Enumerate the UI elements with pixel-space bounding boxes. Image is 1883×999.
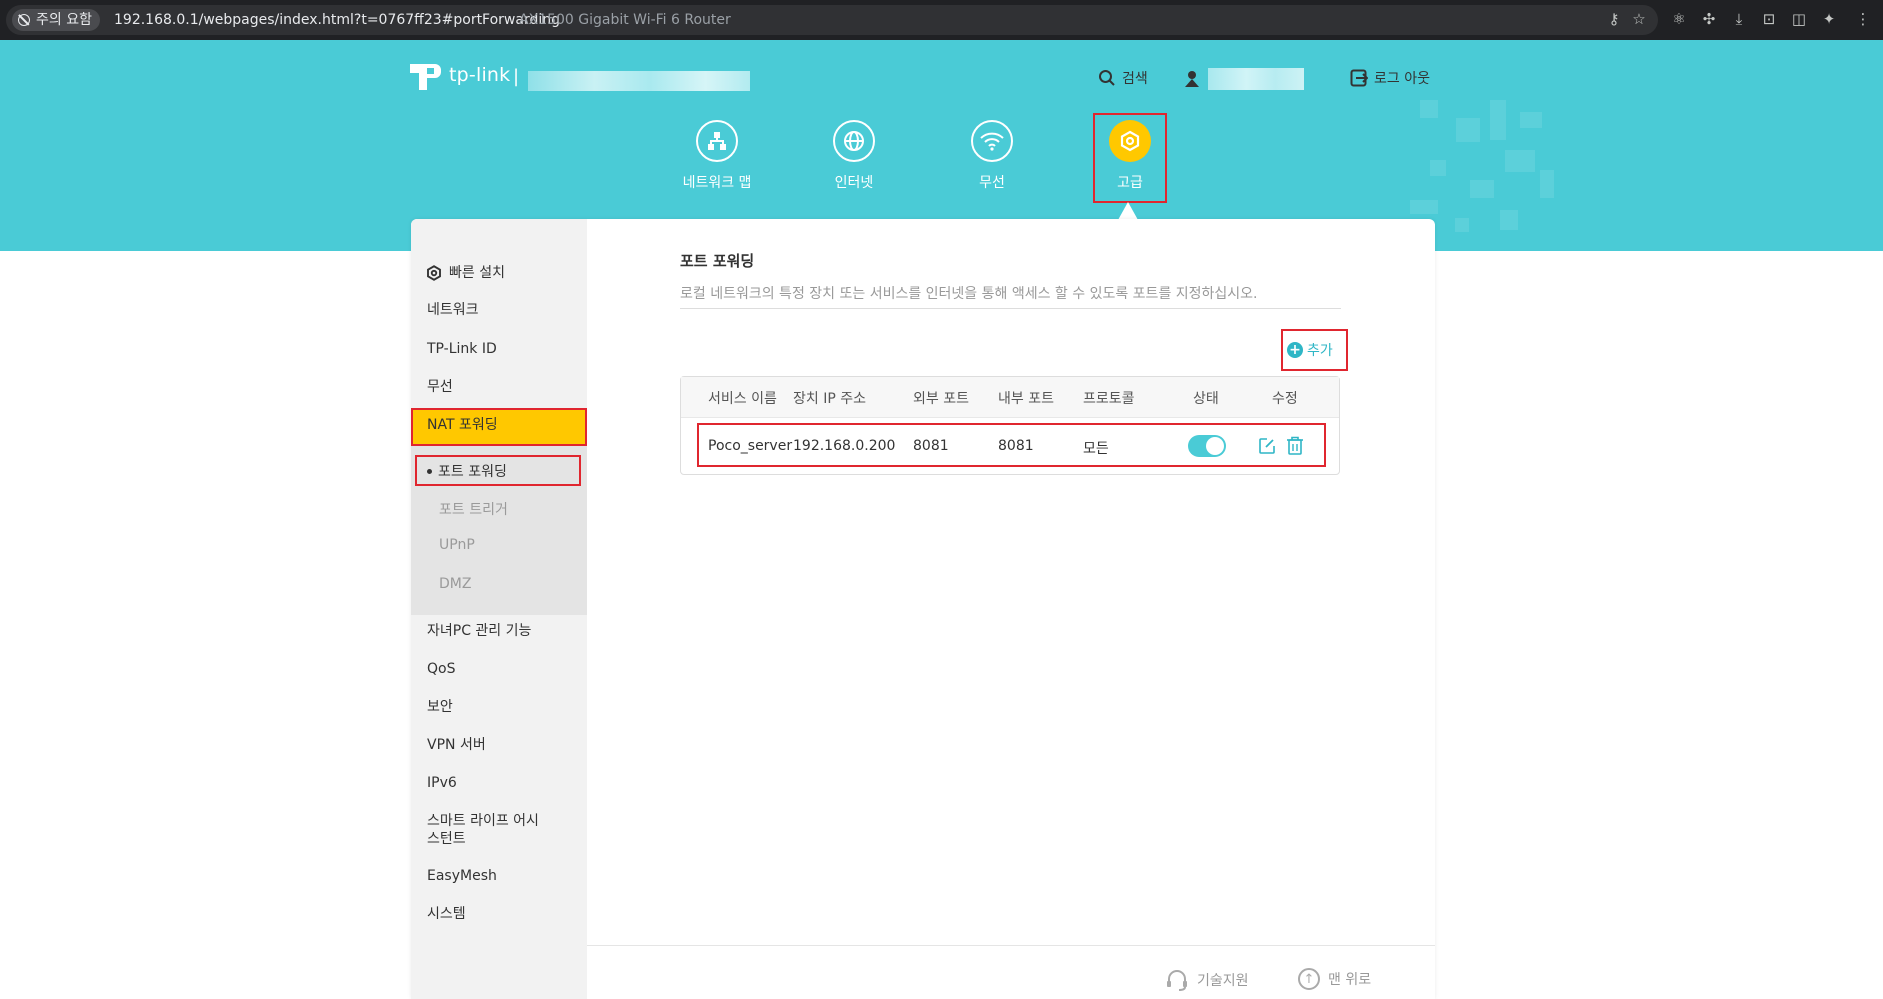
- sidebar-item-security[interactable]: 보안: [427, 698, 453, 716]
- column-header-ip: 장치 IP 주소: [793, 391, 866, 407]
- submenu-dmz[interactable]: DMZ: [439, 576, 471, 592]
- support-link[interactable]: 기술지원: [1165, 968, 1249, 992]
- not-secure-icon: [18, 14, 30, 26]
- footer: 기술지원 ↑ 맨 위로: [587, 945, 1435, 999]
- highlight-box-table-row: [697, 423, 1326, 467]
- security-label: 주의 요함: [36, 12, 92, 28]
- sidebar-item-tplink-id[interactable]: TP-Link ID: [427, 340, 497, 358]
- search-icon: [1099, 70, 1115, 86]
- column-header-status: 상태: [1193, 391, 1219, 407]
- column-header-modify: 수정: [1272, 391, 1298, 407]
- screenshot-icon[interactable]: ⊡: [1760, 10, 1778, 28]
- page-title: 포트 포워딩: [680, 252, 755, 270]
- blurred-account-name: [1208, 68, 1304, 90]
- tab-label: 인터넷: [834, 175, 874, 191]
- headset-icon: [1167, 970, 1187, 991]
- blurred-model-name: [528, 71, 750, 91]
- logout-icon: [1350, 69, 1368, 87]
- tp-link-logo-icon: [410, 64, 441, 90]
- column-header-service: 서비스 이름: [708, 391, 777, 407]
- globe-icon: [833, 120, 875, 162]
- bookmark-star-icon[interactable]: ☆: [1630, 10, 1648, 28]
- sidebar-item-smart-life[interactable]: 스마트 라이프 어시 스턴트: [427, 812, 539, 848]
- key-icon[interactable]: ⚷: [1605, 10, 1623, 28]
- extensions-icon[interactable]: ✣: [1700, 10, 1718, 28]
- sidebar-item-vpn-server[interactable]: VPN 서버: [427, 736, 486, 754]
- security-warning-chip[interactable]: 주의 요함: [12, 9, 100, 31]
- browser-toolbar: 주의 요함 192.168.0.1/webpages/index.html?t=…: [0, 0, 1883, 40]
- search-button[interactable]: 검색: [1098, 68, 1148, 88]
- sidebar-item-parental-controls[interactable]: 자녀PC 관리 기능: [427, 622, 531, 640]
- logo-separator: |: [513, 66, 520, 87]
- logo-text: tp-link: [449, 64, 511, 86]
- page-title-in-bar: AX1500 Gigabit Wi-Fi 6 Router: [519, 12, 731, 28]
- highlight-box-advanced-tab: [1093, 113, 1167, 203]
- column-header-protocol: 프로토콜: [1083, 391, 1135, 407]
- logout-button[interactable]: 로그 아웃: [1350, 68, 1430, 88]
- back-to-top-label: 맨 위로: [1328, 972, 1372, 988]
- submenu-upnp[interactable]: UPnP: [439, 537, 475, 553]
- network-map-icon: [696, 120, 738, 162]
- account-button[interactable]: [1184, 68, 1304, 90]
- highlight-box-nat-forwarding: [411, 408, 587, 446]
- quick-setup-gear-icon: [427, 265, 441, 281]
- arrow-up-icon: ↑: [1298, 968, 1320, 990]
- wifi-icon: [971, 120, 1013, 162]
- split-view-icon[interactable]: ◫: [1790, 10, 1808, 28]
- sidebar-item-wireless[interactable]: 무선: [427, 378, 453, 396]
- menu-icon[interactable]: ⋮: [1854, 10, 1872, 28]
- sidebar-item-system[interactable]: 시스템: [427, 905, 466, 923]
- tab-wireless[interactable]: 무선: [937, 120, 1047, 192]
- tab-network-map[interactable]: 네트워크 맵: [662, 120, 772, 192]
- search-label: 검색: [1122, 71, 1148, 87]
- back-to-top-link[interactable]: ↑ 맨 위로: [1298, 968, 1371, 990]
- logout-label: 로그 아웃: [1374, 71, 1430, 87]
- tab-label: 네트워크 맵: [682, 175, 752, 191]
- support-label: 기술지원: [1197, 973, 1249, 989]
- tab-internet[interactable]: 인터넷: [799, 120, 909, 192]
- divider: [680, 308, 1341, 309]
- table-header: 서비스 이름 장치 IP 주소 외부 포트 내부 포트 프로토콜 상태 수정: [681, 377, 1339, 418]
- address-bar[interactable]: 주의 요함 192.168.0.1/webpages/index.html?t=…: [6, 5, 1658, 35]
- user-icon: [1185, 71, 1199, 87]
- sidebar-item-label: 빠른 설치: [449, 265, 505, 281]
- sidebar-item-label-line1: 스마트 라이프 어시: [427, 813, 539, 829]
- highlight-box-add: [1281, 329, 1348, 371]
- sidebar-item-ipv6[interactable]: IPv6: [427, 774, 457, 792]
- download-icon[interactable]: ⤓: [1730, 10, 1748, 28]
- react-devtools-icon[interactable]: ⚛: [1670, 10, 1688, 28]
- sidebar: 빠른 설치 네트워크 TP-Link ID 무선 NAT 포워딩 포트 포워딩 …: [411, 219, 587, 999]
- active-tab-caret: [1118, 202, 1138, 220]
- column-header-internal-port: 내부 포트: [998, 391, 1054, 407]
- sidebar-item-qos[interactable]: QoS: [427, 660, 455, 678]
- page-description: 로컬 네트워크의 특정 장치 또는 서비스를 인터넷을 통해 액세스 할 수 있…: [680, 286, 1258, 302]
- sidebar-item-label-line2: 스턴트: [427, 831, 466, 847]
- highlight-box-port-forwarding: [415, 455, 581, 486]
- profile-icon[interactable]: ✦: [1820, 10, 1838, 28]
- sidebar-item-quick-setup[interactable]: 빠른 설치: [425, 264, 505, 282]
- sidebar-item-easymesh[interactable]: EasyMesh: [427, 867, 497, 885]
- sidebar-item-network[interactable]: 네트워크: [427, 301, 479, 319]
- column-header-external-port: 외부 포트: [913, 391, 969, 407]
- url-text[interactable]: 192.168.0.1/webpages/index.html?t=0767ff…: [114, 10, 560, 30]
- tab-label: 무선: [979, 175, 1005, 191]
- submenu-port-trigger[interactable]: 포트 트리거: [439, 499, 508, 519]
